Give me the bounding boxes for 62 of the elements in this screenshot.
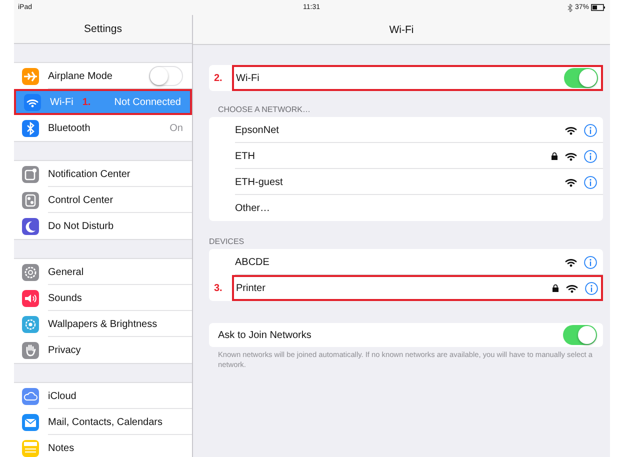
item-value: On: [170, 122, 183, 134]
callout-number: 2.: [214, 72, 224, 84]
network-row[interactable]: EpsonNet: [209, 117, 603, 143]
info-icon[interactable]: [584, 124, 597, 136]
network-row[interactable]: ETH: [209, 143, 603, 169]
row-label: EpsonNet: [235, 124, 279, 136]
bluetooth-icon: [22, 120, 39, 136]
wifi-signal-icon: [566, 283, 578, 293]
item-label: Notes: [48, 442, 74, 454]
notepad-icon: [22, 440, 39, 456]
moon-icon: [22, 218, 39, 234]
row-label: ABCDE: [235, 256, 270, 268]
wifi-icon: [24, 94, 41, 110]
sidebar-title: Settings: [84, 23, 122, 35]
item-label: Do Not Disturb: [48, 220, 114, 232]
item-label: Wi-Fi: [50, 96, 74, 108]
item-label: General: [48, 266, 84, 278]
row-label: Ask to Join Networks: [218, 330, 312, 340]
network-row[interactable]: 3. Printer: [209, 275, 603, 301]
wifi-signal-icon: [565, 125, 577, 135]
wifi-signal-icon: [565, 177, 577, 187]
row-label: Other…: [235, 202, 270, 214]
item-label: Mail, Contacts, Calendars: [48, 416, 162, 428]
callout-number: 3.: [214, 282, 224, 294]
hand-icon: [22, 342, 39, 358]
switches-icon: [22, 192, 39, 208]
row-label: Wi-Fi: [236, 72, 260, 84]
item-value: Not Connected: [114, 96, 181, 108]
network-row[interactable]: Other…: [209, 195, 603, 221]
battery-icon: [591, 4, 605, 11]
callout-number: 1.: [82, 96, 91, 108]
notification-square-icon: [22, 166, 39, 182]
wifi-signal-icon: [565, 151, 577, 161]
airplane-icon: [22, 68, 39, 84]
wifi-signal-icon: [565, 257, 577, 267]
info-icon[interactable]: [585, 282, 598, 294]
item-label: Airplane Mode: [48, 70, 112, 82]
info-icon[interactable]: [584, 256, 597, 268]
speaker-icon: [22, 290, 39, 306]
row-label: ETH: [235, 150, 255, 162]
item-label: Privacy: [48, 344, 81, 356]
toggle-switch[interactable]: [149, 66, 183, 86]
section-header: DEVICES: [209, 237, 246, 246]
envelope-icon: [22, 414, 39, 430]
info-icon[interactable]: [584, 150, 597, 162]
pane-title: Wi-Fi: [389, 24, 414, 36]
item-label: Wallpapers & Brightness: [48, 318, 158, 330]
info-icon[interactable]: [584, 176, 597, 188]
item-label: Bluetooth: [48, 122, 90, 134]
network-row[interactable]: ETH-guest: [209, 169, 603, 195]
row-label: Printer: [236, 282, 266, 294]
gear-icon: [22, 264, 39, 280]
item-label: Sounds: [48, 292, 82, 304]
row-label: ETH-guest: [235, 176, 283, 188]
item-label: Control Center: [48, 194, 114, 206]
toggle-switch[interactable]: [563, 325, 597, 345]
item-label: Notification Center: [48, 168, 130, 180]
toggle-switch[interactable]: [564, 68, 598, 88]
network-row[interactable]: ABCDE: [209, 249, 603, 275]
item-label: iCloud: [48, 390, 76, 402]
section-header: CHOOSE A NETWORK…: [217, 105, 312, 114]
cloud-icon: [22, 388, 39, 404]
